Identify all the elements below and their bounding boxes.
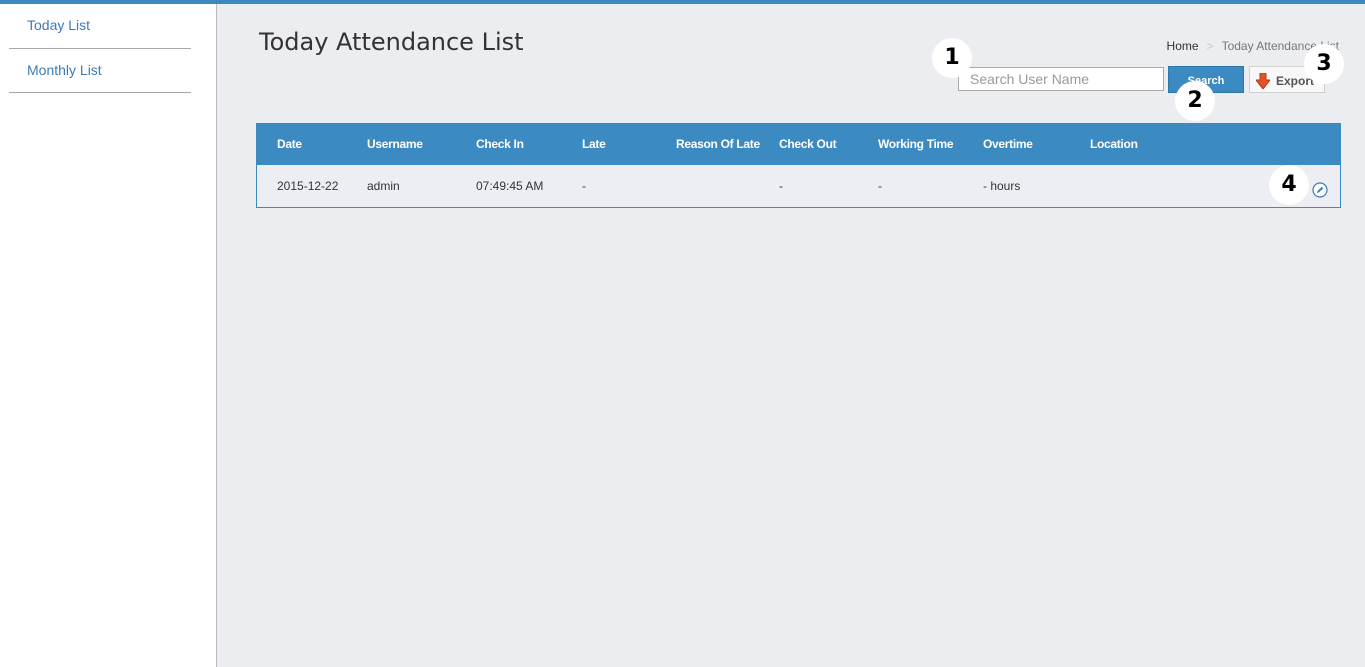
- cell-overtime: - hours: [983, 179, 1021, 193]
- page-title: Today Attendance List: [259, 28, 524, 56]
- sidebar: Today List Monthly List: [0, 4, 217, 667]
- callout-badge-2: 2: [1175, 81, 1215, 121]
- table-row: 2015-12-22 admin 07:49:45 AM - - - - hou…: [257, 165, 1340, 207]
- column-header-working-time[interactable]: Working Time: [878, 124, 954, 165]
- table-header-row: Date Username Check In Late Reason Of La…: [257, 124, 1340, 165]
- down-arrow-icon: [1256, 73, 1270, 89]
- search-input[interactable]: [958, 67, 1164, 91]
- column-header-overtime[interactable]: Overtime: [983, 124, 1033, 165]
- breadcrumb-home[interactable]: Home: [1167, 39, 1199, 53]
- callout-badge-3: 3: [1304, 44, 1344, 84]
- column-header-username[interactable]: Username: [367, 124, 423, 165]
- cell-check-out: -: [779, 179, 783, 193]
- pencil-edit-icon[interactable]: [1312, 182, 1328, 198]
- cell-username: admin: [367, 179, 400, 193]
- column-header-check-out[interactable]: Check Out: [779, 124, 837, 165]
- main-content: Today Attendance List Home > Today Attenda…: [217, 4, 1365, 667]
- breadcrumb-separator: >: [1206, 39, 1214, 53]
- callout-badge-1: 1: [932, 38, 972, 78]
- column-header-reason-of-late[interactable]: Reason Of Late: [676, 124, 760, 165]
- sidebar-item-today-list[interactable]: Today List: [9, 4, 191, 49]
- column-header-location[interactable]: Location: [1090, 124, 1138, 165]
- column-header-date[interactable]: Date: [277, 124, 302, 165]
- cell-working-time: -: [878, 179, 882, 193]
- attendance-table: Date Username Check In Late Reason Of La…: [256, 123, 1341, 208]
- sidebar-item-monthly-list[interactable]: Monthly List: [9, 49, 191, 93]
- callout-badge-4: 4: [1269, 165, 1309, 205]
- column-header-late[interactable]: Late: [582, 124, 606, 165]
- cell-check-in: 07:49:45 AM: [476, 179, 544, 193]
- cell-date: 2015-12-22: [277, 179, 339, 193]
- column-header-check-in[interactable]: Check In: [476, 124, 524, 165]
- cell-late: -: [582, 179, 586, 193]
